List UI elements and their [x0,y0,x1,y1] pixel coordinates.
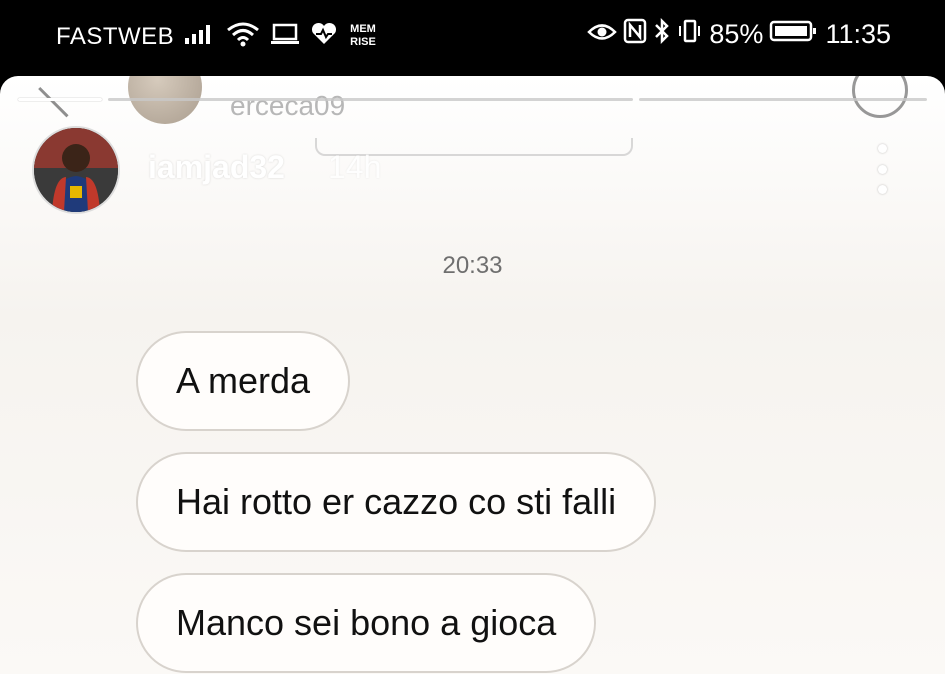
underlay-username: erceca09 [230,90,346,121]
battery-icon [769,19,819,50]
memrise-icon: MEM RISE [348,20,378,53]
avatar-illustration [34,128,118,212]
story-age: 14h [328,149,382,185]
message-bubble: Hai rotto er cazzo co sti falli [136,452,657,552]
message-timestamp: 20:33 [442,252,503,279]
avatar[interactable] [32,126,120,214]
svg-text:RISE: RISE [350,36,376,48]
wifi-icon [226,21,260,52]
more-dot [877,144,887,153]
more-options-icon[interactable] [870,144,894,194]
story-progress-bar [18,98,928,101]
bluetooth-icon [653,17,671,51]
carrier-label: FASTWEB [56,22,175,50]
story-username[interactable]: iamjad32 [148,149,285,186]
message-bubble: A merda [136,331,351,431]
progress-segment [107,98,633,101]
more-dot [877,185,887,194]
info-icon[interactable] [852,76,908,118]
laptop-icon [270,23,300,50]
signal-icon [184,22,216,51]
clock: 11:35 [825,19,891,49]
battery-percent: 85% [709,19,764,49]
status-left: FASTWEB MEM RISE [56,20,378,53]
heart-icon [310,22,338,51]
progress-segment [638,98,928,101]
vibrate-icon [677,18,703,51]
eye-icon [587,19,618,50]
progress-segment-active [18,98,102,101]
status-right: 85% 11:35 [587,17,891,51]
back-arrow-icon[interactable] [38,76,97,118]
svg-text:MEM: MEM [350,23,376,35]
more-dot [877,164,887,174]
status-bar: FASTWEB MEM RISE 85% 11:35 [0,0,945,72]
story-viewer[interactable]: erceca09 iamjad32 14h 20:33 A merda Hai … [0,76,945,674]
nfc-icon [623,18,647,51]
message-bubble: Manco sei bono a gioca [136,573,597,673]
